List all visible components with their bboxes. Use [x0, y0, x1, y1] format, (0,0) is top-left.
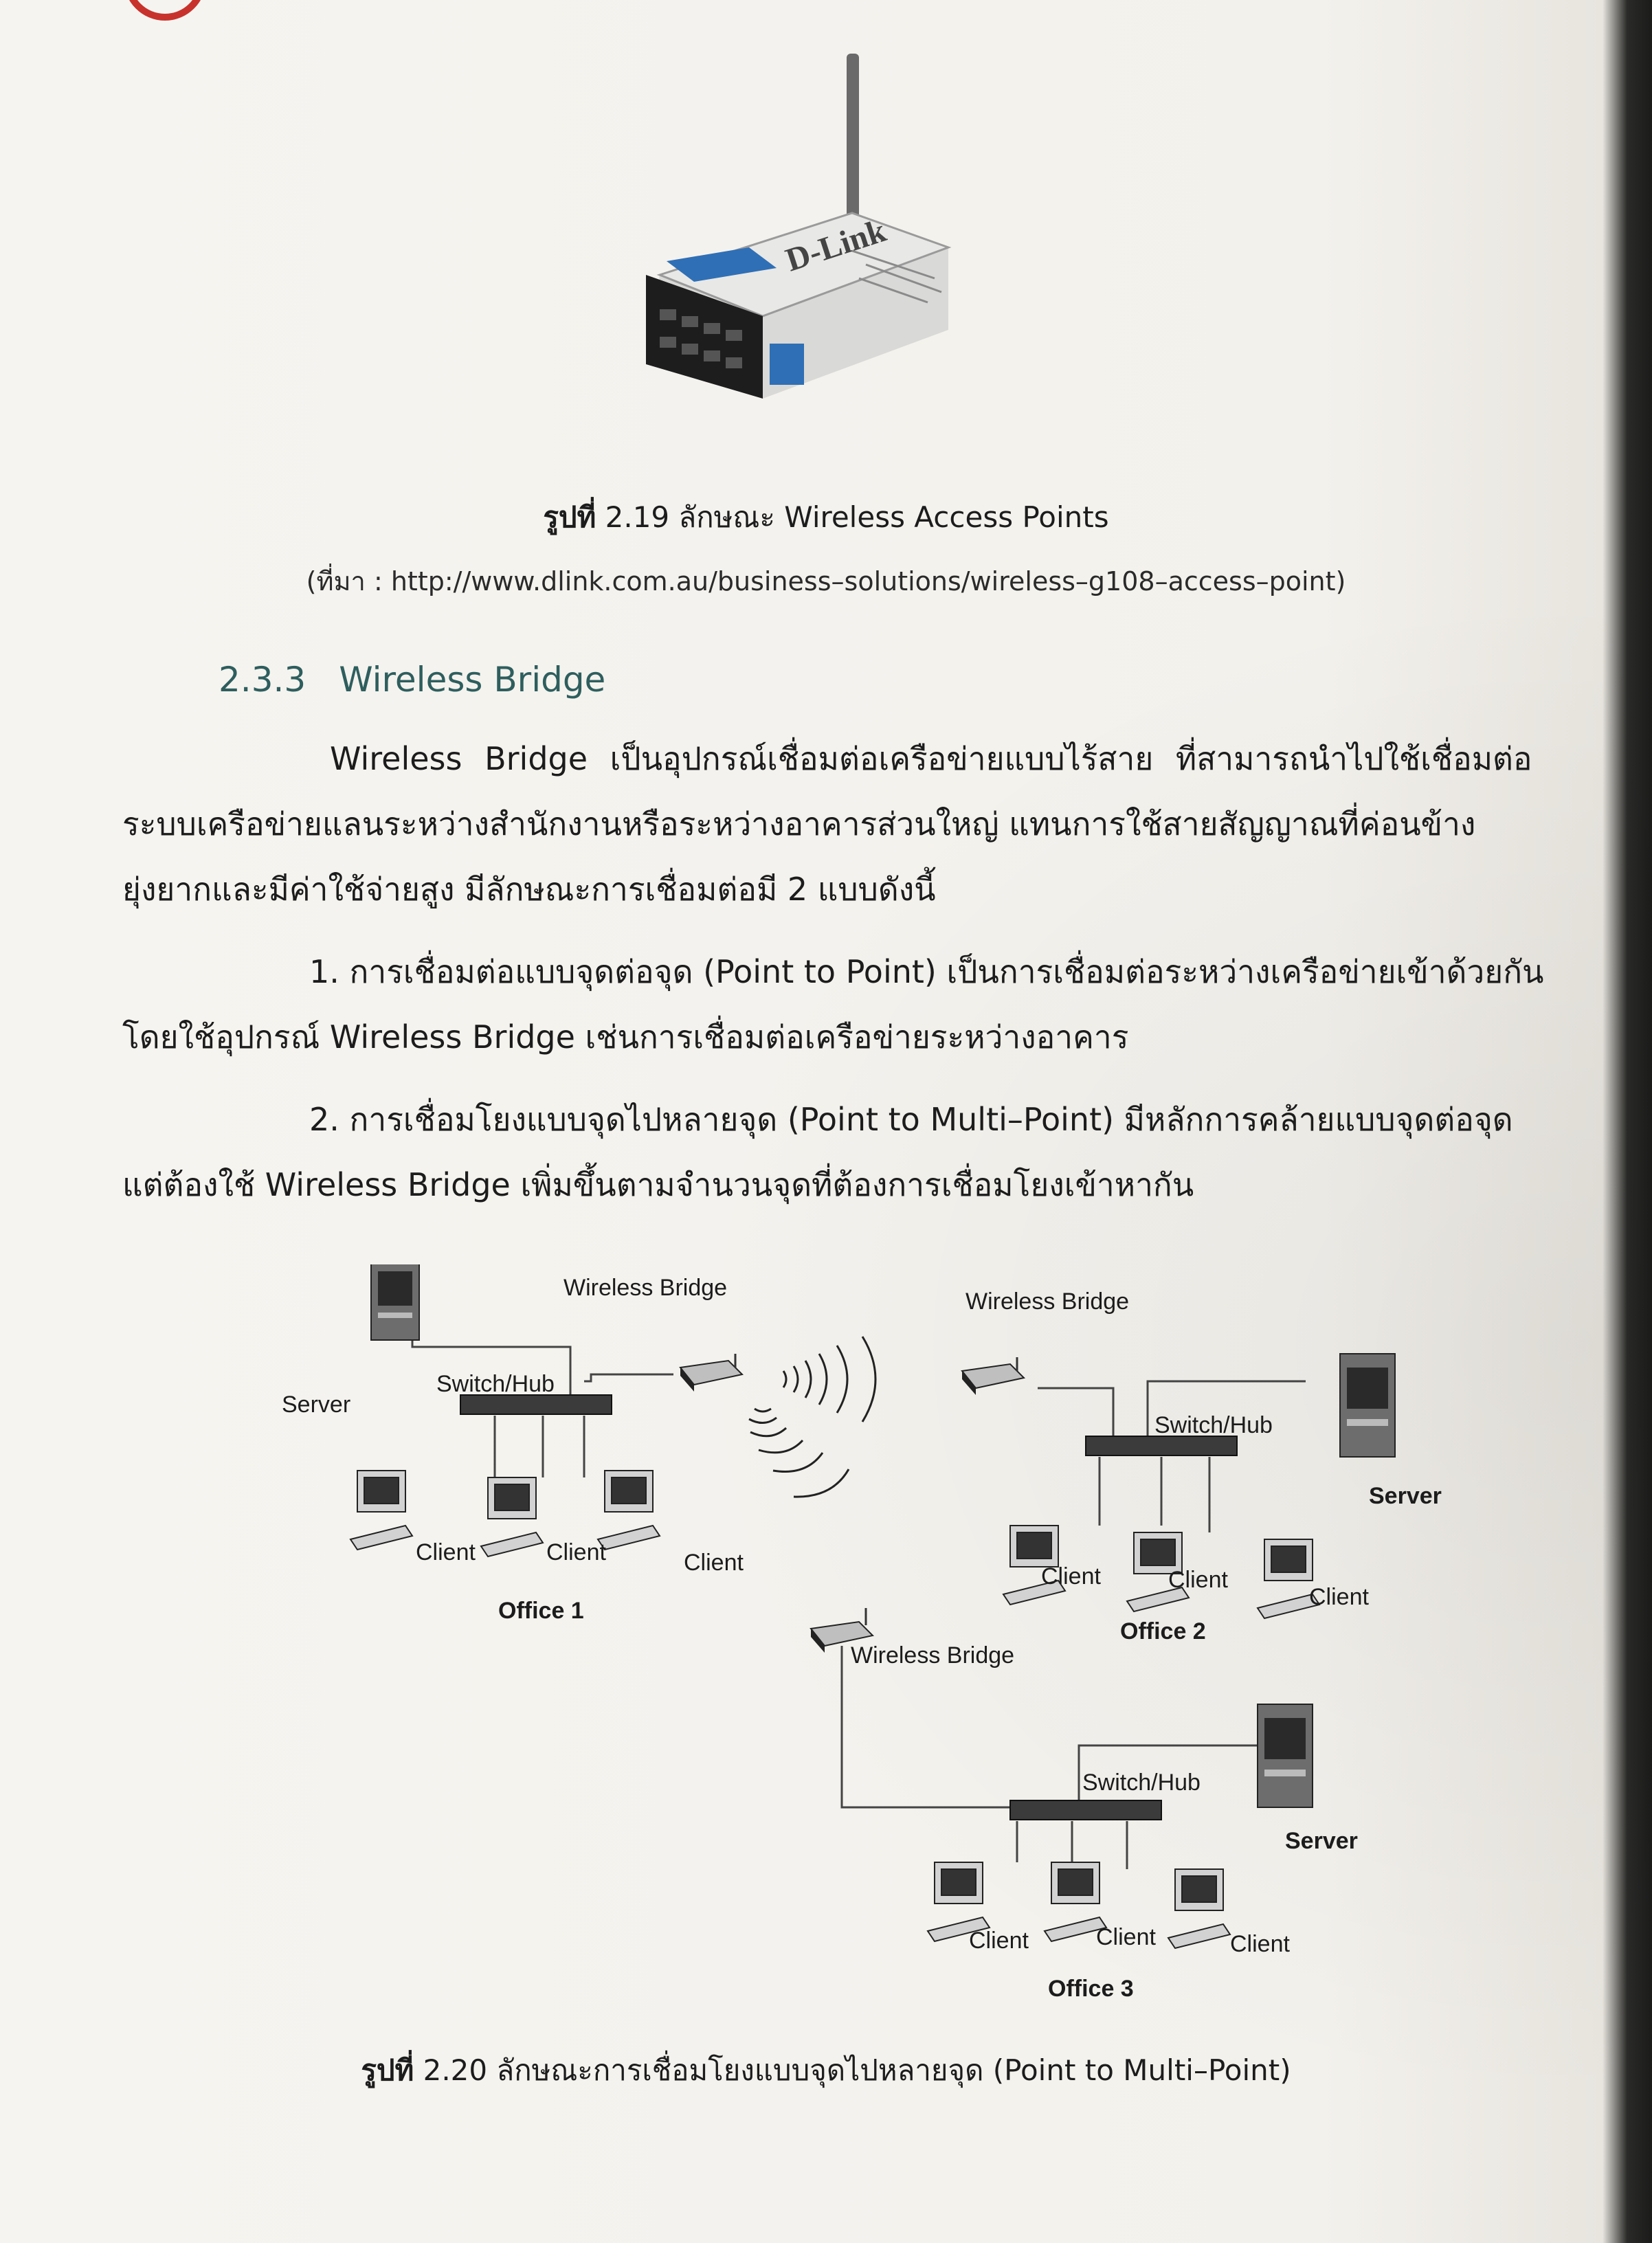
label-switch-3: Switch/Hub	[1082, 1770, 1201, 1796]
label-client-3c: Client	[1230, 1931, 1290, 1957]
wireless-signal-waves	[748, 1336, 877, 1498]
label-client-3a: Client	[969, 1928, 1029, 1954]
caption-text: 2.20 ลักษณะการเชื่อมโยงแบบจุดไปหลายจุด (…	[414, 2053, 1291, 2087]
figure-2-20-caption: รูปที่ 2.20 ลักษณะการเชื่อมโยงแบบจุดไปหล…	[0, 2048, 1652, 2093]
label-client-2c: Client	[1309, 1584, 1369, 1610]
figure-2-19-source: (ที่มา : http://www.dlink.com.au/busines…	[306, 566, 1346, 596]
figure-2-19-caption: รูปที่ 2.19 ลักษณะ Wireless Access Point…	[0, 495, 1652, 540]
switch-office-1	[460, 1394, 612, 1415]
section-title-text: Wireless Bridge	[339, 660, 606, 700]
paragraph-1-line-3: ยุ่งยากและมีค่าใช้จ่ายสูง มีลักษณะการเชื…	[122, 871, 936, 908]
server-office-1	[370, 1264, 420, 1341]
clients-office-1	[349, 1470, 661, 1558]
server-office-3	[1257, 1704, 1313, 1808]
switch-office-3	[1009, 1800, 1162, 1820]
router-blue-corner	[770, 344, 804, 385]
section-heading: 2.3.3 Wireless Bridge	[219, 660, 638, 700]
label-client-3b: Client	[1096, 1924, 1156, 1950]
label-wireless-bridge-3: Wireless Bridge	[851, 1642, 1014, 1669]
item-1-line-2: โดยใช้อุปกรณ์ Wireless Bridge เช่นการเชื…	[122, 1018, 1129, 1056]
item-2-line-2: แต่ต้องใช้ Wireless Bridge เพิ่มขึ้นตามจ…	[122, 1166, 1194, 1203]
label-server-3: Server	[1285, 1828, 1358, 1854]
label-office-1: Office 1	[498, 1598, 584, 1624]
item-1-line-1: 1. การเชื่อมต่อแบบจุดต่อจุด (Point to Po…	[309, 953, 1544, 990]
label-server-2: Server	[1369, 1483, 1442, 1509]
wireless-bridge-office-2	[961, 1357, 1026, 1395]
point-to-multipoint-diagram: Wireless Bridge Wireless Bridge Wireless…	[282, 1264, 1442, 2002]
paragraph-1-line-2: ระบบเครือข่ายแลนระหว่างสำนักงานหรือระหว่…	[122, 805, 1476, 842]
label-office-3: Office 3	[1048, 1976, 1134, 2002]
label-client-1a: Client	[416, 1539, 476, 1565]
label-client-1b: Client	[546, 1539, 606, 1565]
label-server-1: Server	[282, 1392, 350, 1418]
label-office-2: Office 2	[1120, 1618, 1206, 1644]
label-switch-2: Switch/Hub	[1154, 1412, 1273, 1438]
paragraph-1-line-1: Wireless Bridge เป็นอุปกรณ์เชื่อมต่อเครื…	[330, 740, 1532, 777]
section-number: 2.3.3	[219, 660, 306, 700]
label-client-1c: Client	[684, 1550, 744, 1576]
server-office-2	[1339, 1353, 1396, 1458]
caption-prefix: รูปที่	[361, 2053, 414, 2087]
label-wireless-bridge-1: Wireless Bridge	[563, 1275, 727, 1301]
label-wireless-bridge-2: Wireless Bridge	[965, 1288, 1129, 1315]
switch-office-2	[1085, 1436, 1238, 1456]
label-client-2a: Client	[1041, 1563, 1101, 1589]
wireless-bridge-office-1	[679, 1354, 744, 1392]
caption-prefix: รูปที่	[543, 500, 596, 534]
caption-text: 2.19 ลักษณะ Wireless Access Points	[596, 500, 1109, 534]
item-2-line-1: 2. การเชื่อมโยงแบบจุดไปหลายจุด (Point to…	[309, 1101, 1513, 1138]
label-switch-1: Switch/Hub	[436, 1371, 555, 1397]
label-client-2b: Client	[1168, 1567, 1228, 1593]
wireless-access-point-image: D-Link	[646, 54, 952, 399]
